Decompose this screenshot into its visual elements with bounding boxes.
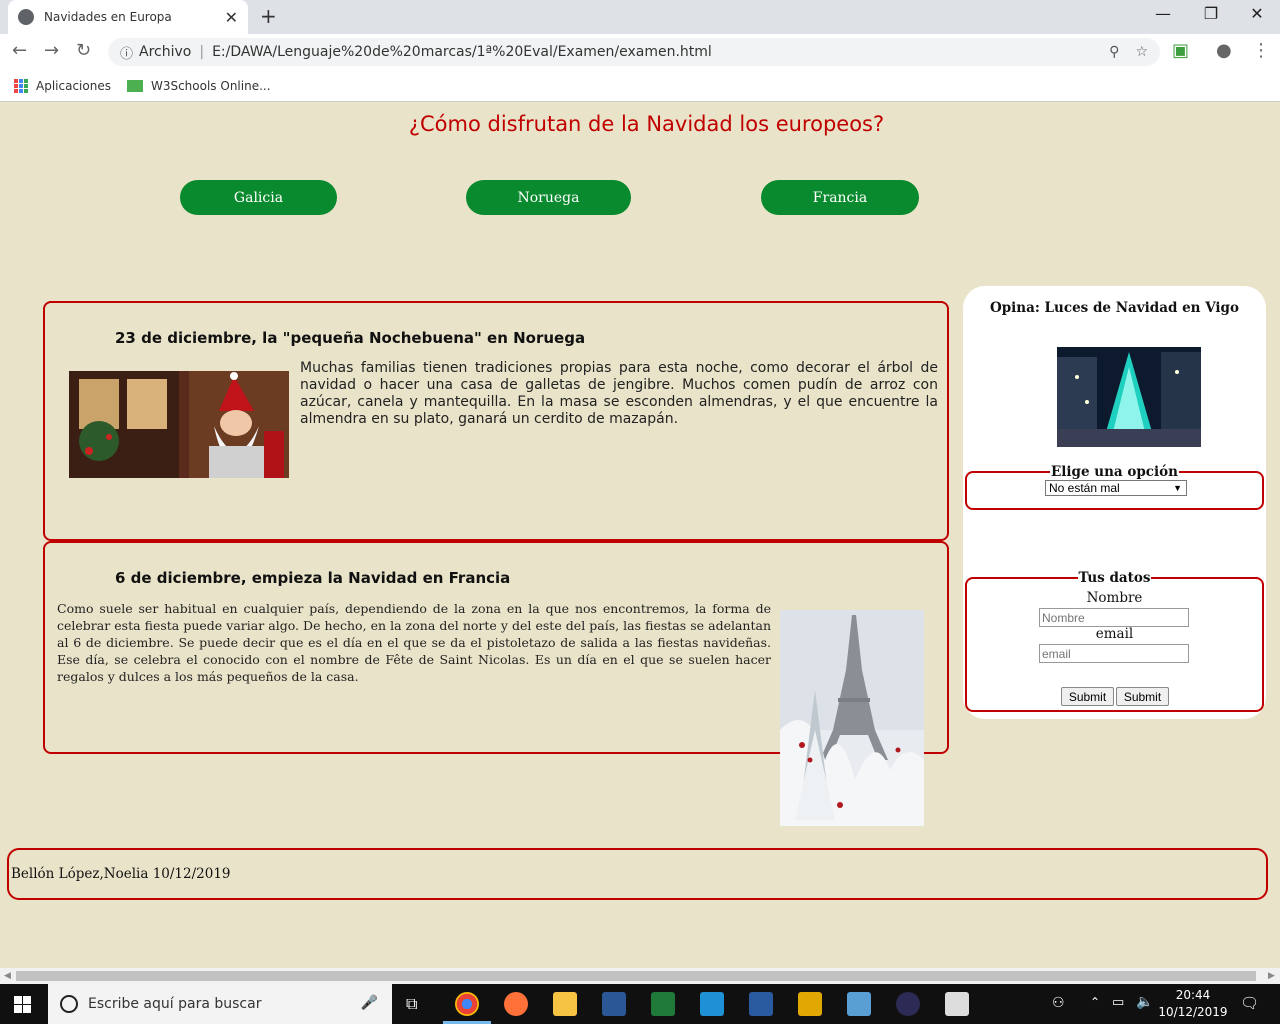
horizontal-scrollbar[interactable]: ◀ ▶ [0, 968, 1280, 984]
apps-grid-icon [14, 78, 28, 93]
clock-time: 20:44 [1175, 988, 1211, 1002]
submit-button-2[interactable]: Submit [1116, 687, 1169, 706]
address-prefix: Archivo [139, 44, 192, 60]
back-icon[interactable]: ← [12, 40, 27, 61]
opinion-select[interactable]: No están mal ▼ [1045, 480, 1187, 496]
data-fieldset: Tus datos Nombre email Submit Submit [965, 570, 1264, 712]
page-footer: Bellón López,Noelia 10/12/2019 [7, 848, 1268, 900]
name-label: Nombre [1086, 590, 1143, 606]
cube-app-icon[interactable] [749, 992, 773, 1016]
microphone-icon[interactable]: 🎤 [361, 995, 378, 1011]
menu-icon[interactable]: ⋮ [1252, 40, 1270, 61]
bookmark-star-icon[interactable]: ☆ [1135, 44, 1148, 60]
submit-button[interactable]: Submit [1061, 687, 1114, 706]
profile-icon[interactable]: ● [1216, 40, 1232, 61]
filezilla-icon[interactable] [798, 992, 822, 1016]
nav-noruega-button[interactable]: Noruega [466, 180, 631, 215]
option-fieldset: Elige una opción No están mal ▼ [965, 464, 1264, 510]
address-separator: | [199, 44, 205, 60]
data-legend: Tus datos [1078, 570, 1151, 586]
email-label: email [1095, 626, 1134, 642]
article-heading: 6 de diciembre, empieza la Navidad en Fr… [115, 569, 511, 587]
option-legend: Elige una opción [1051, 464, 1178, 480]
bookmark-w3schools[interactable]: W3Schools Online... [126, 78, 271, 93]
forward-icon[interactable]: → [44, 40, 59, 61]
tab-title: Navidades en Europa [44, 10, 172, 24]
page-title: ¿Cómo disfrutan de la Navidad los europe… [408, 112, 885, 136]
w3schools-icon [126, 79, 143, 92]
scroll-right-icon[interactable]: ▶ [1268, 970, 1275, 981]
reload-icon[interactable]: ↻ [76, 40, 91, 61]
nav-galicia-button[interactable]: Galicia [180, 180, 337, 215]
eiffel-tower-image [780, 610, 924, 826]
photos-icon[interactable] [945, 992, 969, 1016]
task-view-icon[interactable]: ⧉ [406, 994, 417, 1014]
page-content: ¿Cómo disfrutan de la Navidad los europe… [0, 102, 1280, 968]
taskbar-clock[interactable]: 20:44 10/12/2019 [1158, 987, 1228, 1021]
chevron-down-icon: ▼ [1173, 483, 1182, 493]
windows-taskbar: Escribe aquí para buscar 🎤 ⧉ ⚇ ⌃ ▭ 🔈 20:… [0, 984, 1280, 1024]
browser-chrome: Navidades en Europa ✕ + — ❐ ✕ ← → ↻ ⓘ Ar… [0, 0, 1280, 102]
minimize-icon[interactable]: — [1140, 4, 1186, 23]
close-window-icon[interactable]: ✕ [1234, 4, 1280, 23]
url-text[interactable]: E:/DAWA/Lenguaje%20de%20marcas/1ª%20Eval… [212, 44, 1093, 60]
zoom-icon[interactable]: ⚲ [1109, 44, 1119, 60]
footer-text: Bellón López,Noelia 10/12/2019 [11, 866, 231, 882]
clock-date: 10/12/2019 [1158, 1005, 1228, 1019]
scrollbar-thumb[interactable] [16, 971, 1256, 981]
new-tab-icon[interactable]: + [260, 4, 277, 28]
bookmark-apps[interactable]: Aplicaciones [14, 78, 111, 93]
firefox-icon[interactable] [504, 992, 528, 1016]
browser-tab[interactable]: Navidades en Europa ✕ [8, 0, 248, 34]
santa-image [69, 371, 289, 478]
nav-francia-button[interactable]: Francia [761, 180, 919, 215]
article-noruega: 23 de diciembre, la "pequeña Nochebuena"… [43, 301, 949, 541]
bookmarks-bar: Aplicaciones W3Schools Online... [0, 70, 1280, 102]
network-icon[interactable]: ▭ [1112, 995, 1124, 1010]
tab-strip: Navidades en Europa ✕ + — ❐ ✕ [0, 0, 1280, 34]
opinion-aside: Opina: Luces de Navidad en Vigo Elige un… [963, 286, 1266, 719]
article-heading: 23 de diciembre, la "pequeña Nochebuena"… [115, 329, 586, 347]
article-text: Muchas familias tienen tradiciones propi… [300, 360, 938, 427]
windows-start-icon[interactable] [14, 996, 31, 1013]
virtualbox-icon[interactable] [700, 992, 724, 1016]
file-explorer-icon[interactable] [553, 992, 577, 1016]
extension-icon[interactable]: ▣ [1172, 40, 1189, 61]
restore-icon[interactable]: ❐ [1188, 4, 1234, 23]
people-icon[interactable]: ⚇ [1052, 995, 1065, 1011]
search-placeholder: Escribe aquí para buscar [88, 996, 262, 1012]
vigo-lights-image [1057, 347, 1201, 447]
select-value: No están mal [1049, 481, 1120, 495]
article-text: Como suele ser habitual en cualquier paí… [57, 601, 771, 684]
eclipse-icon[interactable] [896, 992, 920, 1016]
globe-icon [18, 9, 34, 25]
close-tab-icon[interactable]: ✕ [225, 8, 238, 27]
email-input[interactable] [1039, 644, 1189, 663]
word-icon[interactable] [602, 992, 626, 1016]
notifications-icon[interactable]: 🗨 [1240, 994, 1259, 1012]
tray-chevron-icon[interactable]: ⌃ [1090, 995, 1100, 1009]
browser-toolbar: ← → ↻ ⓘ Archivo | E:/DAWA/Lenguaje%20de%… [0, 34, 1280, 70]
aside-title: Opina: Luces de Navidad en Vigo [989, 300, 1240, 316]
bookmark-label: W3Schools Online... [150, 78, 271, 93]
excel-icon[interactable] [651, 992, 675, 1016]
info-icon[interactable]: ⓘ [120, 43, 133, 62]
chrome-icon[interactable] [455, 992, 479, 1016]
volume-icon[interactable]: 🔈 [1136, 994, 1153, 1010]
bookmark-label: Aplicaciones [36, 78, 111, 93]
scroll-left-icon[interactable]: ◀ [4, 970, 11, 981]
box-app-icon[interactable] [847, 992, 871, 1016]
cortana-icon [60, 995, 78, 1013]
taskbar-search[interactable]: Escribe aquí para buscar 🎤 [48, 984, 392, 1024]
name-input[interactable] [1039, 608, 1189, 627]
address-bar[interactable]: ⓘ Archivo | E:/DAWA/Lenguaje%20de%20marc… [108, 38, 1160, 66]
